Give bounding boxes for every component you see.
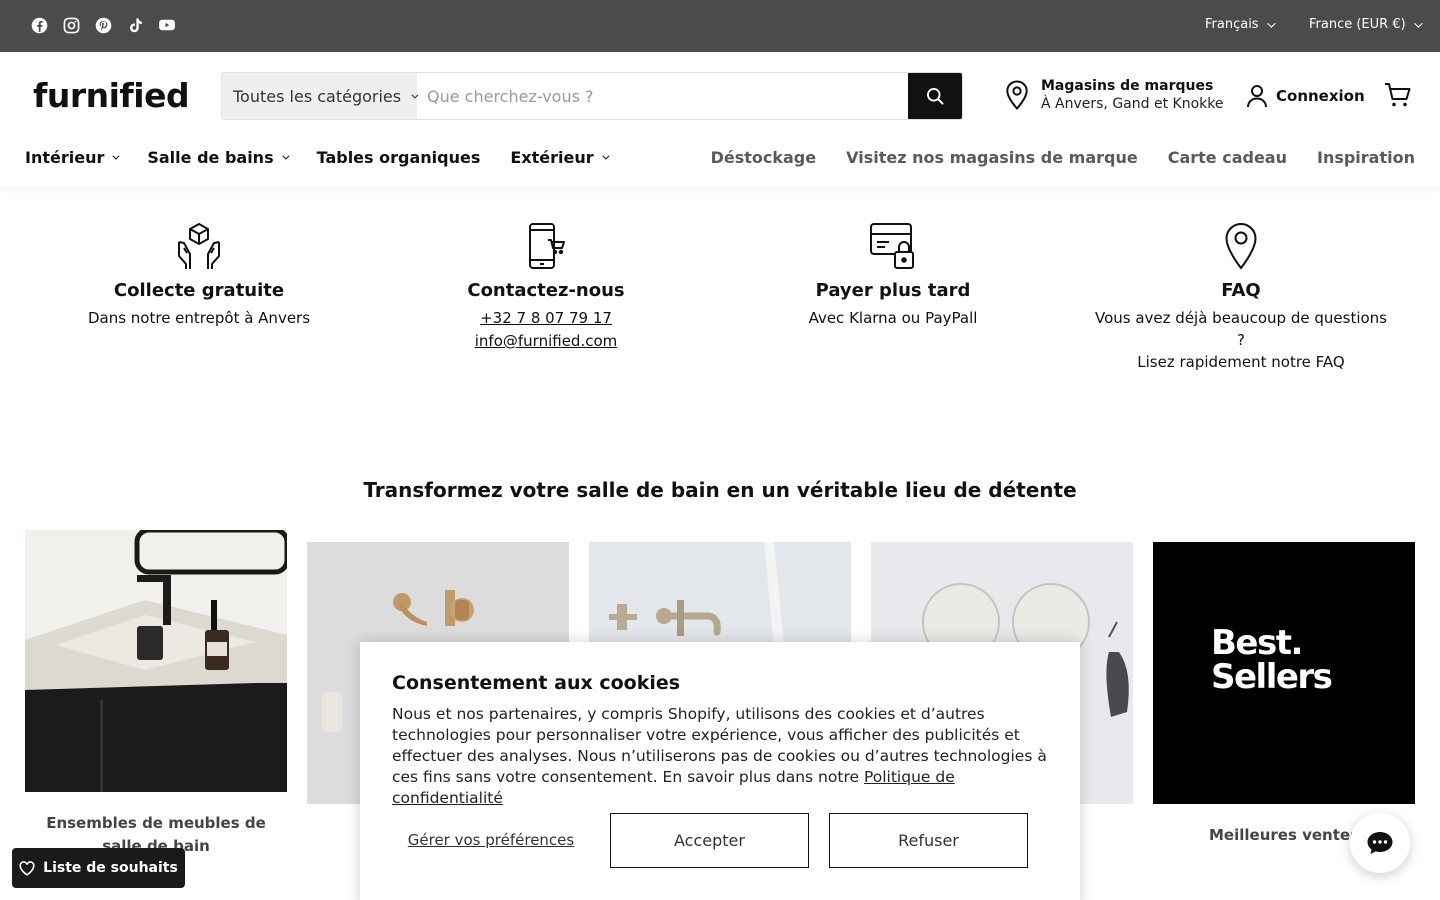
category-card[interactable]: Ensembles de meubles de salle de bain (25, 530, 287, 858)
cookie-body: Nous et nos partenaires, y compris Shopi… (392, 704, 1048, 809)
cart-icon (1385, 83, 1411, 107)
secondary-nav: Déstockage Visitez nos magasins de marqu… (711, 148, 1415, 167)
feature-title: Collecte gratuite (113, 280, 285, 301)
heart-icon (19, 860, 35, 876)
map-pin-icon (1225, 222, 1257, 270)
category-image: Best. Sellers (1153, 542, 1415, 804)
nav-label: Extérieur (510, 148, 594, 167)
category-select[interactable]: Toutes les catégories (222, 73, 419, 119)
nav-label: Tables organiques (316, 148, 481, 167)
wishlist-button[interactable]: Liste de souhaits (12, 848, 185, 888)
login-label: Connexion (1276, 87, 1365, 105)
feature-contact: Contactez-nous +32 7 8 07 79 17 info@fur… (396, 222, 696, 353)
feature-free-pickup: Collecte gratuite Dans notre entrepôt à … (49, 222, 349, 329)
chevron-down-icon (1266, 18, 1276, 28)
phone-link[interactable]: +32 7 8 07 79 17 (396, 307, 696, 330)
wishlist-label: Liste de souhaits (43, 860, 178, 876)
brand-stores-link[interactable]: Magasins de marques À Anvers, Gand et Kn… (1005, 78, 1223, 112)
faq-link[interactable]: Lisez rapidement notre FAQ (1137, 353, 1344, 371)
language-selector[interactable]: Français (1205, 17, 1276, 32)
category-card[interactable]: Best. Sellers Meilleures ventes (1153, 542, 1415, 847)
search-bar: Toutes les catégories (221, 72, 963, 120)
country-selector[interactable]: France (EUR €) (1309, 17, 1423, 32)
nav-item-destockage[interactable]: Déstockage (711, 148, 817, 167)
nav-item-inspiration[interactable]: Inspiration (1317, 148, 1415, 167)
hands-box-icon (178, 223, 220, 269)
nav-item-gift-card[interactable]: Carte cadeau (1168, 148, 1287, 167)
search-icon (927, 88, 944, 105)
youtube-icon[interactable] (158, 16, 176, 34)
feature-title: Contactez-nous (467, 280, 625, 301)
tiktok-icon[interactable] (126, 16, 144, 34)
social-links (30, 16, 176, 34)
cart-button[interactable] (1384, 82, 1412, 112)
manage-preferences-link[interactable]: Gérer vos préférences (392, 831, 590, 850)
announcement-bar: Français France (EUR €) (0, 0, 1440, 52)
chat-bubble-icon (1367, 832, 1393, 854)
nav-label: Intérieur (25, 148, 105, 167)
feature-title: FAQ (1221, 280, 1261, 301)
nav-label: Salle de bains (147, 148, 274, 167)
category-image (25, 530, 287, 792)
language-label: Français (1205, 17, 1259, 32)
nav-item-tables-organiques[interactable]: Tables organiques (317, 148, 481, 167)
phone-cart-icon (529, 223, 565, 269)
country-label: France (EUR €) (1309, 17, 1406, 32)
category-select-label: Toutes les catégories (233, 86, 402, 106)
best-sellers-line-1: Best. (1211, 623, 1303, 663)
chevron-down-icon (602, 152, 610, 160)
nav-item-interieur[interactable]: Intérieur (25, 148, 120, 167)
chevron-down-icon (112, 152, 120, 160)
stores-title: Magasins de marques (1041, 78, 1214, 94)
nav-item-salle-de-bains[interactable]: Salle de bains (147, 148, 290, 167)
cookie-title: Consentement aux cookies (392, 672, 681, 694)
feature-text: Avec Klarna ou PayPall (808, 309, 978, 327)
accept-button[interactable]: Accepter (610, 813, 809, 868)
search-input[interactable] (417, 73, 908, 119)
chat-button[interactable] (1350, 813, 1410, 873)
cookie-actions: Gérer vos préférences Accepter Refuser (392, 813, 1028, 868)
cookie-consent-dialog: Consentement aux cookies Nous et nos par… (360, 642, 1080, 900)
map-pin-icon (1006, 80, 1028, 110)
login-link[interactable]: Connexion (1246, 84, 1365, 108)
pinterest-icon[interactable] (94, 16, 112, 34)
feature-text: Vous avez déjà beaucoup de questions ? (1095, 309, 1387, 349)
main-nav: Intérieur Salle de bains Tables organiqu… (25, 148, 610, 167)
facebook-icon[interactable] (30, 16, 48, 34)
feature-text: Dans notre entrepôt à Anvers (87, 309, 311, 327)
logo[interactable]: furnified (33, 76, 190, 115)
section-title: Transformez votre salle de bain en un vé… (363, 478, 1077, 502)
nav-item-exterieur[interactable]: Extérieur (510, 148, 610, 167)
search-button[interactable] (908, 73, 962, 119)
card-lock-icon (870, 223, 914, 269)
email-link[interactable]: info@furnified.com (396, 330, 696, 353)
chevron-down-icon (281, 152, 290, 160)
feature-faq: FAQ Vous avez déjà beaucoup de questions… (1091, 222, 1391, 373)
user-icon (1247, 85, 1267, 108)
chevron-down-icon (1413, 18, 1423, 28)
feature-pay-later: Payer plus tard Avec Klarna ou PayPall (743, 222, 1043, 329)
best-sellers-line-2: Sellers (1211, 657, 1333, 697)
nav-item-brand-stores[interactable]: Visitez nos magasins de marque (846, 148, 1138, 167)
instagram-icon[interactable] (62, 16, 80, 34)
decline-button[interactable]: Refuser (829, 813, 1028, 868)
stores-subtitle: À Anvers, Gand et Knokke (1041, 96, 1224, 112)
site-header: furnified Toutes les catégories Magasins… (0, 52, 1440, 187)
feature-title: Payer plus tard (815, 280, 971, 301)
